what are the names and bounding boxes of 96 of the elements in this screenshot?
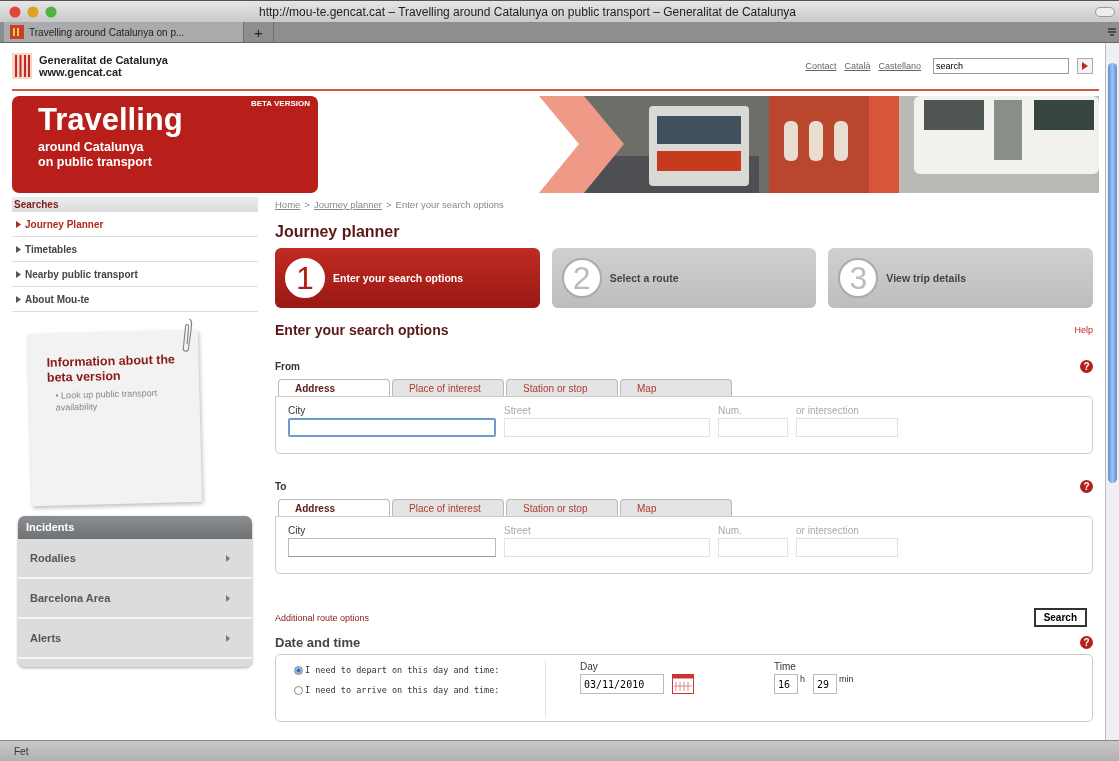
browser-tab[interactable]: Travelling around Catalunya on p... xyxy=(4,22,244,42)
field-label: Day xyxy=(580,661,599,672)
search-go-button[interactable] xyxy=(1077,58,1093,74)
header-link[interactable]: Castellano xyxy=(878,61,921,71)
help-icon[interactable]: ? xyxy=(1080,360,1093,373)
triangle-icon xyxy=(226,554,230,562)
status-text: Fet xyxy=(14,745,29,757)
triangle-icon xyxy=(226,634,230,642)
radio-button[interactable] xyxy=(294,665,303,675)
input-field[interactable] xyxy=(288,538,496,557)
form-tab[interactable]: Place of interest xyxy=(392,499,504,516)
calendar-icon xyxy=(672,674,694,694)
banner-title: Travelling xyxy=(38,104,184,136)
page-heading: Journey planner xyxy=(275,223,401,241)
beta-label: BETA VERSION xyxy=(250,99,310,108)
section-heading: Enter your search options xyxy=(275,322,449,338)
window-control-icon xyxy=(45,5,57,18)
header-link[interactable]: Català xyxy=(844,61,871,71)
radio-button[interactable] xyxy=(294,685,303,695)
form-tab[interactable]: Station or stop xyxy=(506,379,618,396)
window-title: http://mou-te.gencat.cat – Travelling around Catalunya on public transport – Generalitat de Catalunya xyxy=(259,4,797,19)
field-label: or intersection xyxy=(796,405,860,418)
additional-options-link[interactable]: Additional route options xyxy=(275,612,370,623)
step-number: 3 xyxy=(838,258,879,298)
flag-logo-icon xyxy=(12,53,32,79)
search-field[interactable]: search xyxy=(933,58,1069,74)
step-number: 1 xyxy=(285,258,325,298)
header-link[interactable]: Contact xyxy=(805,61,837,71)
field-label: City xyxy=(288,525,307,538)
menu-icon xyxy=(1108,28,1116,36)
incident-item[interactable]: Rodalies xyxy=(18,539,252,579)
form-tab[interactable]: Map xyxy=(620,499,732,516)
sidebar-item[interactable]: Timetables xyxy=(12,237,258,262)
organization-name: Generalitat de Catalunya xyxy=(39,54,168,66)
field-label: Street xyxy=(504,405,532,418)
banner-subtitle: around Catalunya xyxy=(38,140,145,155)
form-tab[interactable]: Address xyxy=(278,379,390,396)
form-tab[interactable]: Place of interest xyxy=(392,379,504,396)
incident-item[interactable]: Barcelona Area xyxy=(18,579,252,619)
window-control-icon xyxy=(9,5,21,18)
banner-subtitle: on public transport xyxy=(38,155,153,170)
input-field[interactable] xyxy=(288,418,496,437)
field-label: or intersection xyxy=(796,525,860,538)
help-link[interactable]: Help xyxy=(1074,325,1093,335)
sidebar-item[interactable]: Nearby public transport xyxy=(12,262,258,287)
breadcrumb-separator: > xyxy=(386,198,392,210)
breadcrumb-link[interactable]: Home xyxy=(275,198,301,210)
field-label: Num. xyxy=(718,405,743,418)
step-label: View trip details xyxy=(886,272,967,284)
section-label: From xyxy=(275,361,300,372)
form-tab[interactable]: Station or stop xyxy=(506,499,618,516)
organization-url: www.gencat.cat xyxy=(39,66,123,78)
radio-option[interactable]: I need to arrive on this day and time: xyxy=(294,685,545,695)
form-tab[interactable]: Map xyxy=(620,379,732,396)
field-label: Num. xyxy=(718,525,743,538)
step-label: Enter your search options xyxy=(333,272,464,284)
sidebar-heading: Searches xyxy=(12,197,258,212)
toolbar-toggle-icon xyxy=(1095,6,1115,17)
sidebar-item[interactable]: About Mou-te xyxy=(12,287,258,312)
step-label: Select a route xyxy=(609,272,679,284)
breadcrumb-link[interactable]: Journey planner xyxy=(313,198,383,210)
breadcrumb-current: Enter your search options xyxy=(395,198,504,210)
info-text: • Look up public transport availability xyxy=(54,386,159,414)
tab-title: Travelling around Catalunya on p... xyxy=(29,26,185,38)
window-control-icon xyxy=(27,5,39,18)
triangle-icon xyxy=(16,270,21,278)
unit-label: h xyxy=(800,674,805,684)
triangle-icon xyxy=(226,594,230,602)
play-arrow-icon xyxy=(1082,62,1088,70)
new-tab-button[interactable]: + xyxy=(244,22,274,42)
triangle-icon xyxy=(16,220,21,228)
search-button[interactable]: Search xyxy=(1033,608,1087,627)
field-label: Time xyxy=(774,661,797,672)
incidents-heading: Incidents xyxy=(18,516,252,539)
hour-field[interactable]: 16 xyxy=(774,674,798,694)
breadcrumb-separator: > xyxy=(304,198,310,210)
field-label: City xyxy=(288,405,307,418)
section-label: To xyxy=(275,481,287,492)
triangle-icon xyxy=(16,245,21,253)
minute-field[interactable]: 29 xyxy=(813,674,837,694)
radio-option[interactable]: I need to depart on this day and time: xyxy=(294,665,545,675)
triangle-icon xyxy=(16,295,21,303)
favicon-icon xyxy=(10,25,24,39)
field-label: Street xyxy=(504,525,532,538)
scrollbar[interactable] xyxy=(1105,43,1119,740)
section-label: Date and time xyxy=(275,635,361,650)
date-field[interactable]: 03/11/2010 xyxy=(580,674,664,694)
incident-item[interactable]: Alerts xyxy=(18,619,252,659)
help-icon[interactable]: ? xyxy=(1080,636,1093,649)
sidebar-item[interactable]: Journey Planner xyxy=(12,212,258,237)
unit-label: min xyxy=(839,674,854,684)
step-number: 2 xyxy=(561,258,602,298)
info-title: Information about the beta version xyxy=(46,352,177,386)
scrollbar-thumb[interactable] xyxy=(1108,63,1117,483)
form-tab[interactable]: Address xyxy=(278,499,390,516)
help-icon[interactable]: ? xyxy=(1080,480,1093,493)
